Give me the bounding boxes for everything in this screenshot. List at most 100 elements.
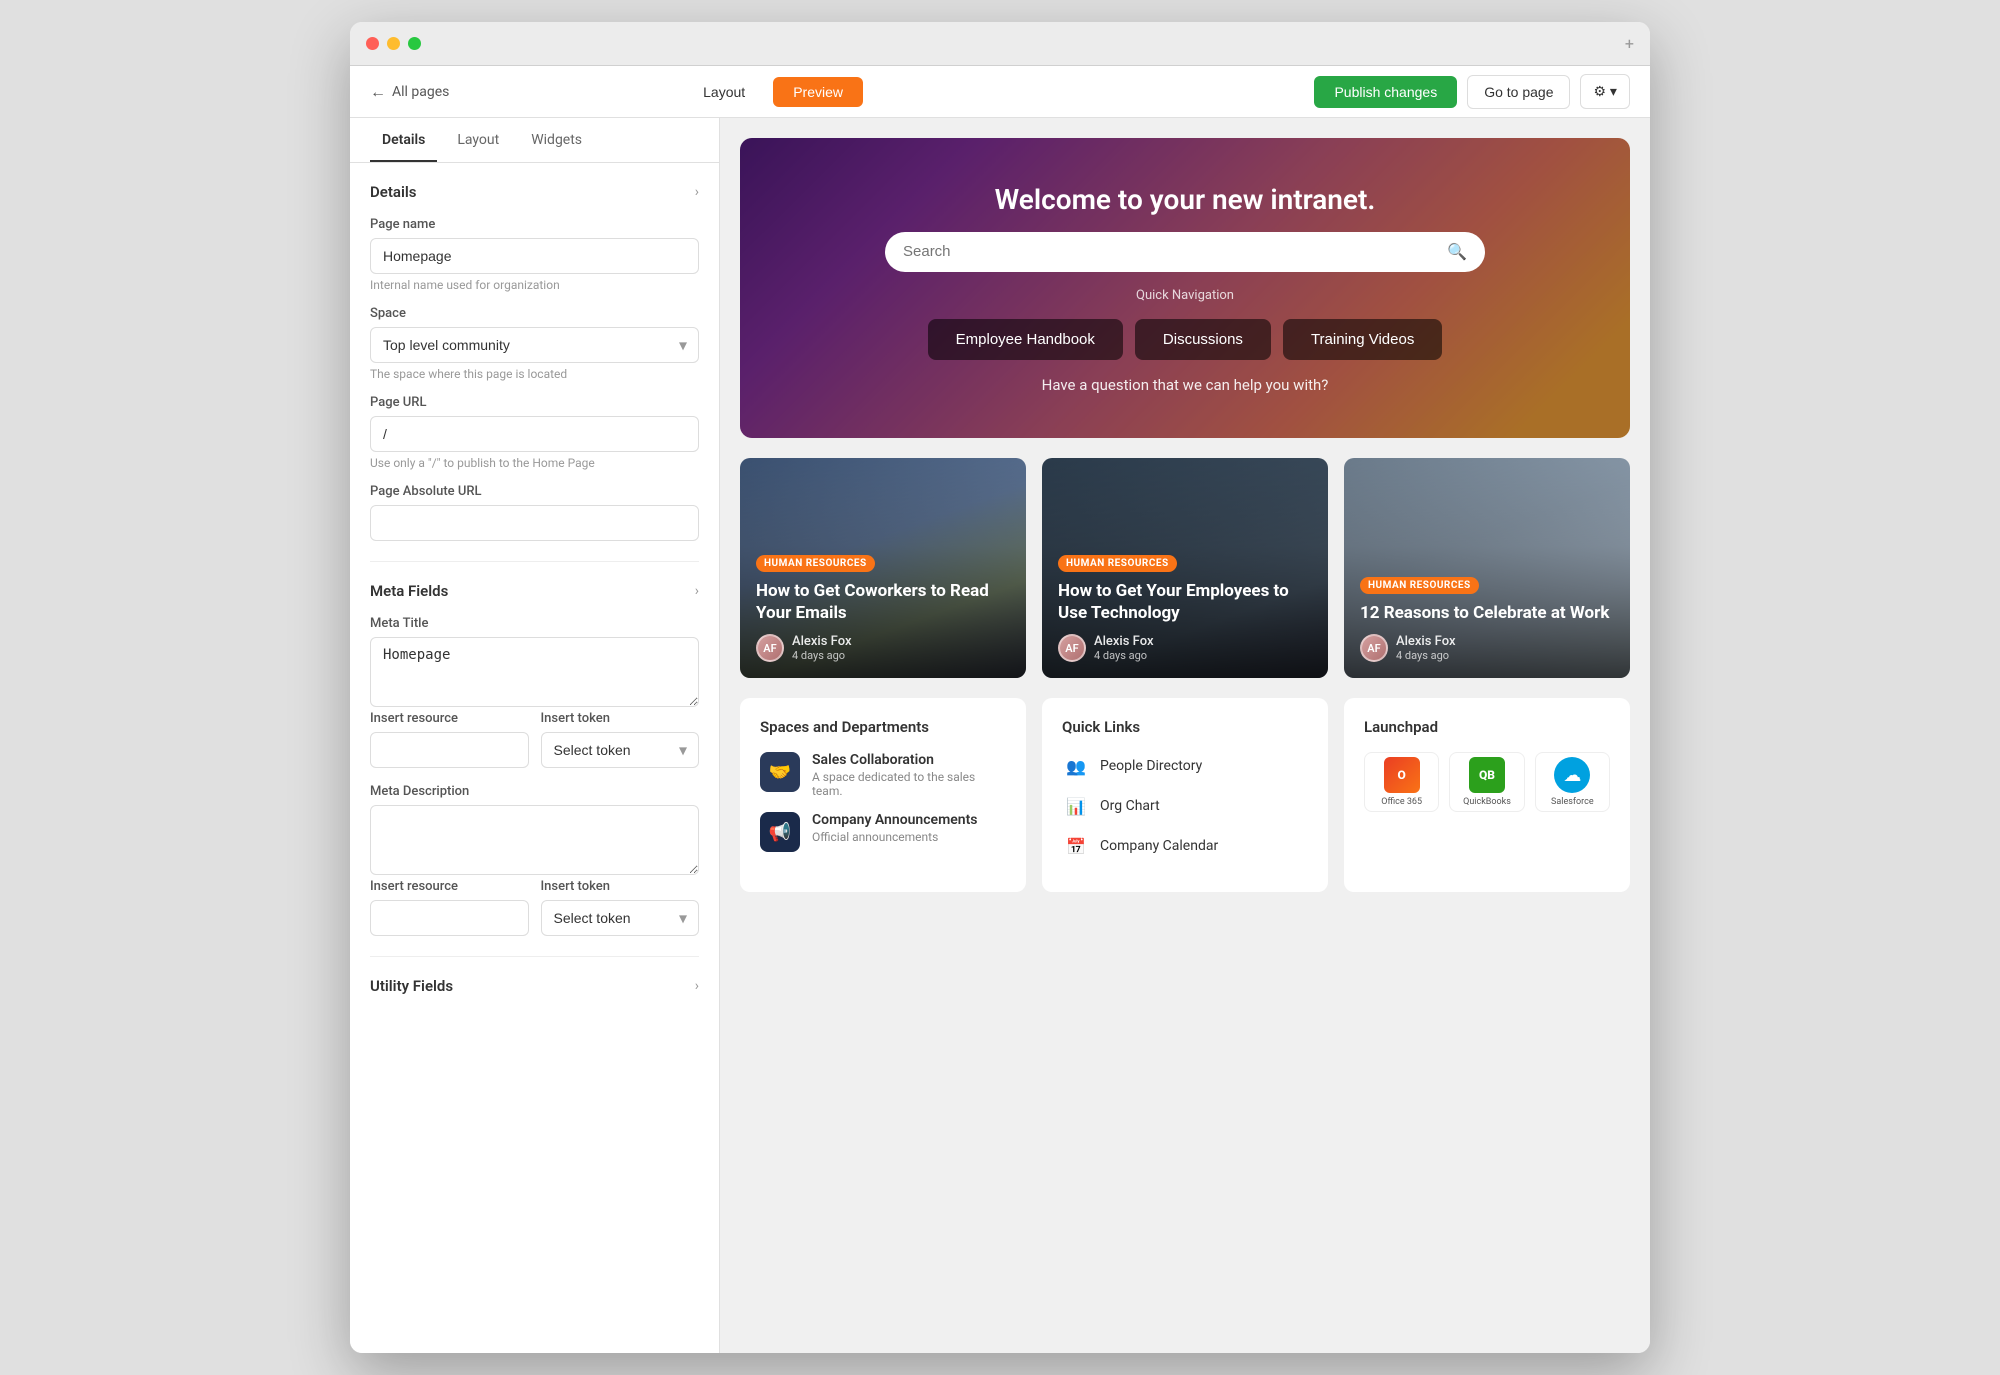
tab-details[interactable]: Details (370, 118, 437, 162)
article-card-1[interactable]: HUMAN RESOURCES How to Get Coworkers to … (740, 458, 1026, 678)
close-button[interactable] (366, 37, 379, 50)
fullscreen-button[interactable] (408, 37, 421, 50)
page-abs-url-input[interactable] (370, 505, 699, 541)
page-abs-url-field: Page Absolute URL (370, 484, 699, 541)
page-url-field: Page URL Use only a "/" to publish to th… (370, 395, 699, 470)
preview-button[interactable]: Preview (773, 77, 863, 107)
insert-token-label-2: Insert token (541, 879, 700, 894)
nav-center: Layout Preview (683, 77, 863, 107)
details-section-header: Details › (370, 183, 699, 201)
minimize-button[interactable] (387, 37, 400, 50)
card-author-1: AF Alexis Fox 4 days ago (756, 634, 1010, 662)
hero-title: Welcome to your new intranet. (995, 183, 1376, 216)
insert-resource-field-1: Insert resource (370, 711, 529, 768)
top-nav: ← All pages Layout Preview Publish chang… (350, 66, 1650, 118)
meta-chevron-icon[interactable]: › (695, 583, 699, 599)
back-link-label: All pages (392, 84, 449, 100)
meta-desc-textarea[interactable] (370, 805, 699, 875)
publish-button[interactable]: Publish changes (1314, 76, 1457, 108)
quick-nav-label: Quick Navigation (1136, 288, 1234, 303)
all-pages-link[interactable]: ← All pages (370, 82, 449, 102)
quicklink-1[interactable]: 👥 People Directory (1062, 752, 1308, 780)
utility-section: Utility Fields › (370, 977, 699, 995)
company-calendar-icon: 📅 (1062, 832, 1090, 860)
insert-resource-input-2[interactable] (370, 900, 529, 936)
sidebar: Details Layout Widgets Details › Page na… (350, 118, 720, 1353)
meta-desc-field: Meta Description (370, 784, 699, 879)
launchpad-quickbooks[interactable]: QB QuickBooks (1449, 752, 1524, 812)
salesforce-icon: ☁ (1554, 757, 1590, 793)
goto-page-button[interactable]: Go to page (1467, 75, 1570, 109)
qnav-discussions[interactable]: Discussions (1135, 319, 1271, 360)
meta-tokens-row-2: Insert resource Insert token Select toke… (370, 879, 699, 936)
meta-title-textarea[interactable]: Homepage (370, 637, 699, 707)
utility-section-header: Utility Fields › (370, 977, 699, 995)
meta-section: Meta Fields › Meta Title Homepage Insert… (370, 582, 699, 936)
sidebar-tabs: Details Layout Widgets (350, 118, 719, 163)
space-select[interactable]: Top level community (370, 327, 699, 363)
author-time-1: 4 days ago (792, 649, 851, 662)
space-info-1: Sales Collaboration A space dedicated to… (812, 752, 1006, 798)
space-icon-1: 🤝 (760, 752, 800, 792)
space-name-1: Sales Collaboration (812, 752, 1006, 768)
page-url-input[interactable] (370, 416, 699, 452)
utility-section-title: Utility Fields (370, 977, 453, 995)
page-name-hint: Internal name used for organization (370, 278, 699, 292)
qnav-training-videos[interactable]: Training Videos (1283, 319, 1442, 360)
quicklink-3[interactable]: 📅 Company Calendar (1062, 832, 1308, 860)
quicklink-2[interactable]: 📊 Org Chart (1062, 792, 1308, 820)
author-avatar-1: AF (756, 634, 784, 662)
meta-desc-label: Meta Description (370, 784, 699, 799)
author-info-3: Alexis Fox 4 days ago (1396, 634, 1455, 662)
hero-search-bar[interactable]: 🔍 (885, 232, 1485, 272)
layout-button[interactable]: Layout (683, 77, 765, 107)
quicklinks-card: Quick Links 👥 People Directory 📊 Org Cha… (1042, 698, 1328, 892)
page-name-input[interactable] (370, 238, 699, 274)
insert-token-field-2: Insert token Select token (541, 879, 700, 936)
details-chevron-icon[interactable]: › (695, 184, 699, 200)
bottom-row: Spaces and Departments 🤝 Sales Collabora… (740, 698, 1630, 892)
token-select-2[interactable]: Select token (541, 900, 700, 936)
hero-overlay: Welcome to your new intranet. 🔍 Quick Na… (740, 138, 1630, 438)
space-item-1[interactable]: 🤝 Sales Collaboration A space dedicated … (760, 752, 1006, 798)
details-section-title: Details (370, 183, 416, 201)
launchpad-salesforce[interactable]: ☁ Salesforce (1535, 752, 1610, 812)
card-overlay-1: HUMAN RESOURCES How to Get Coworkers to … (740, 458, 1026, 678)
space-hint: The space where this page is located (370, 367, 699, 381)
quicklinks-title: Quick Links (1062, 718, 1308, 736)
utility-chevron-icon[interactable]: › (695, 978, 699, 994)
space-name-2: Company Announcements (812, 812, 1006, 828)
author-info-1: Alexis Fox 4 days ago (792, 634, 851, 662)
tab-widgets[interactable]: Widgets (519, 118, 594, 162)
launchpad-grid: O Office 365 QB QuickBooks (1364, 752, 1610, 812)
hero-search-input[interactable] (903, 243, 1439, 260)
traffic-lights (366, 37, 421, 50)
salesforce-label: Salesforce (1551, 797, 1594, 807)
card-title-2: How to Get Your Employees to Use Technol… (1058, 580, 1312, 624)
space-info-2: Company Announcements Official announcem… (812, 812, 1006, 844)
insert-resource-field-2: Insert resource (370, 879, 529, 936)
quicklink-label-3: Company Calendar (1100, 838, 1218, 854)
card-author-3: AF Alexis Fox 4 days ago (1360, 634, 1614, 662)
expand-icon[interactable]: + (1625, 34, 1634, 53)
settings-button[interactable]: ⚙ ▾ (1580, 74, 1629, 109)
author-avatar-3: AF (1360, 634, 1388, 662)
search-icon-button[interactable]: 🔍 (1447, 242, 1467, 262)
qnav-employee-handbook[interactable]: Employee Handbook (928, 319, 1123, 360)
page-url-hint: Use only a "/" to publish to the Home Pa… (370, 456, 699, 470)
tab-layout[interactable]: Layout (445, 118, 511, 162)
article-card-3[interactable]: HUMAN RESOURCES 12 Reasons to Celebrate … (1344, 458, 1630, 678)
token-select-1[interactable]: Select token (541, 732, 700, 768)
office365-icon: O (1384, 757, 1420, 793)
meta-section-header: Meta Fields › (370, 582, 699, 600)
token-select-wrapper-1: Select token (541, 732, 700, 768)
nav-right: Publish changes Go to page ⚙ ▾ (1314, 74, 1630, 109)
article-card-2[interactable]: HUMAN RESOURCES How to Get Your Employee… (1042, 458, 1328, 678)
launchpad-title: Launchpad (1364, 718, 1610, 736)
space-item-2[interactable]: 📢 Company Announcements Official announc… (760, 812, 1006, 852)
launchpad-office365[interactable]: O Office 365 (1364, 752, 1439, 812)
space-label: Space (370, 306, 699, 321)
card-title-3: 12 Reasons to Celebrate at Work (1360, 602, 1614, 624)
content-area: Welcome to your new intranet. 🔍 Quick Na… (720, 118, 1650, 1353)
insert-resource-input-1[interactable] (370, 732, 529, 768)
